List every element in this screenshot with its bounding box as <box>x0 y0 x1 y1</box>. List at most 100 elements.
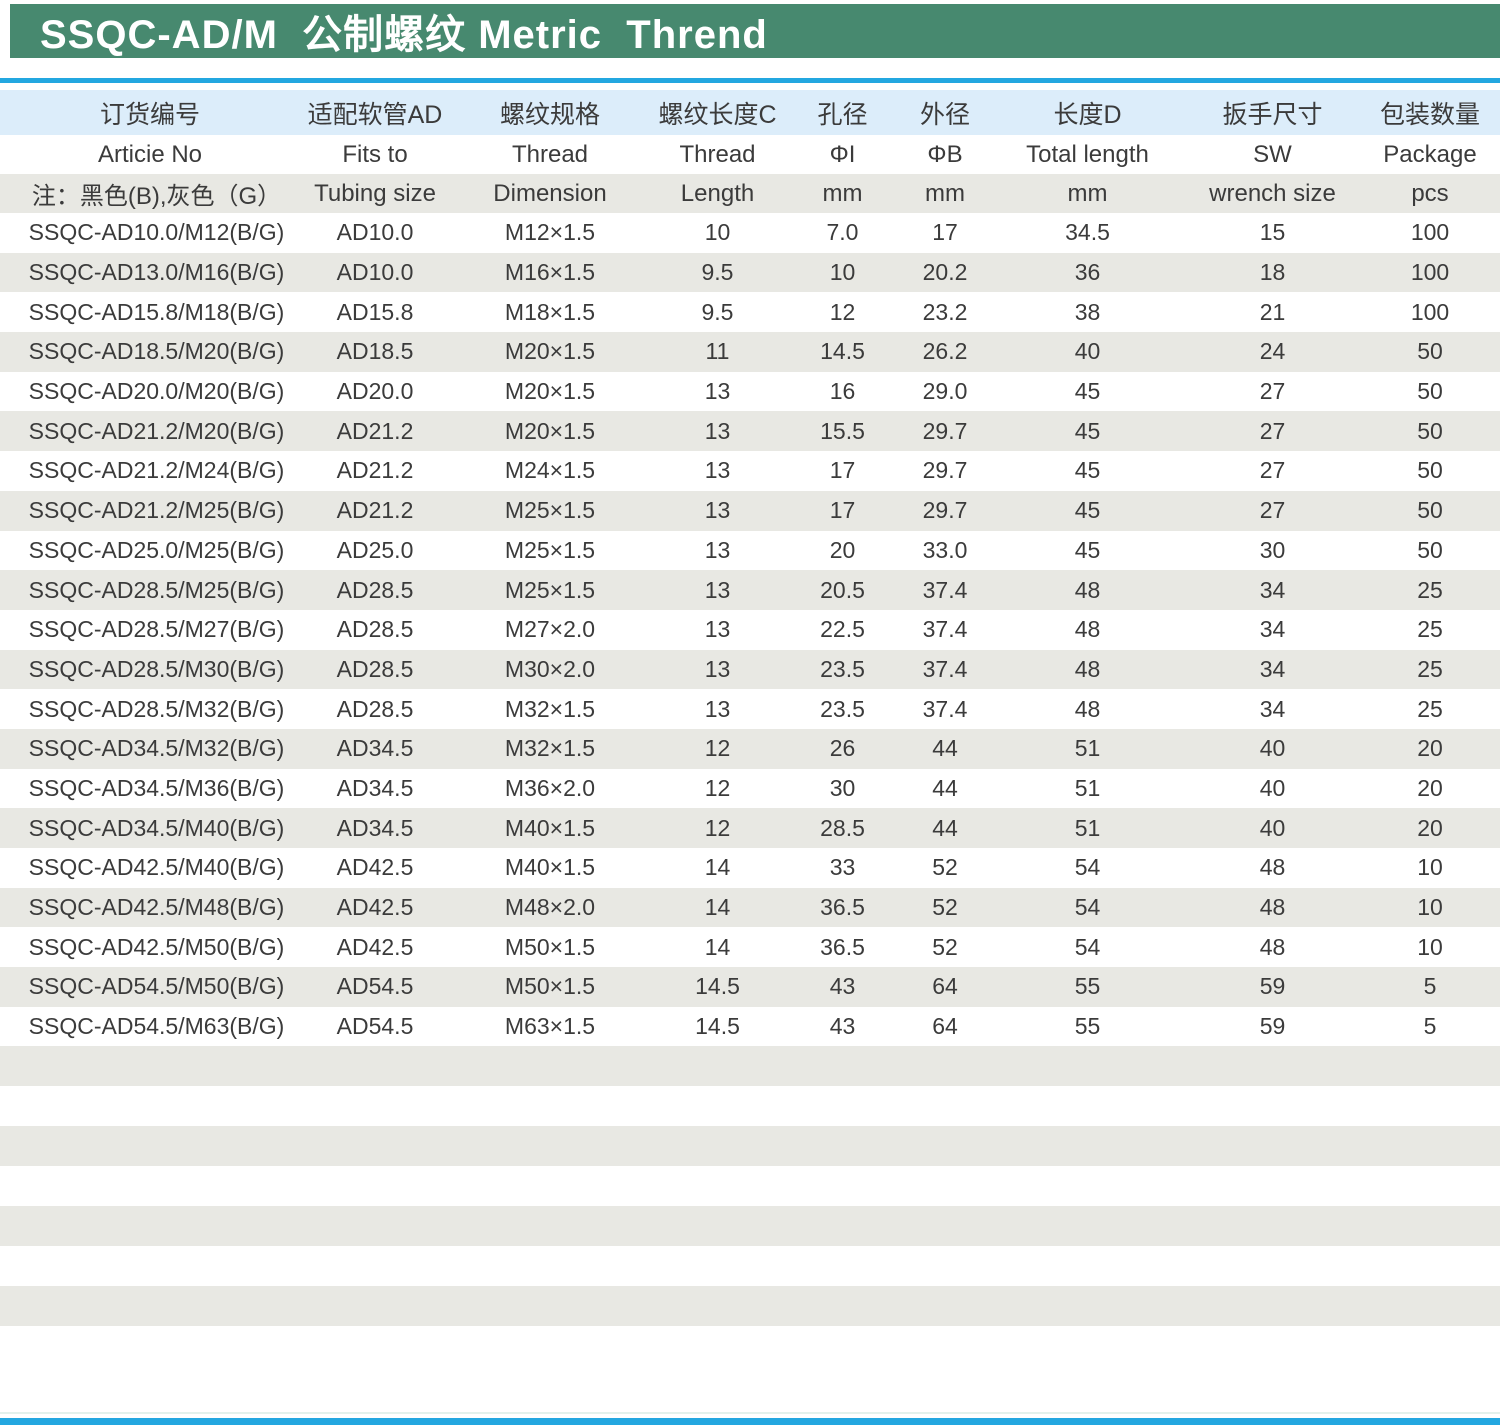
table-cell: 40 <box>990 332 1185 372</box>
empty-row <box>0 1246 1500 1286</box>
header-cell: mm <box>990 174 1185 213</box>
table-cell: AD10.0 <box>300 213 450 253</box>
table-cell: 45 <box>990 451 1185 491</box>
table-cell: 100 <box>1360 213 1500 253</box>
table-cell: M50×1.5 <box>450 927 650 967</box>
empty-cell <box>0 1166 1500 1206</box>
table-cell: 17 <box>785 451 900 491</box>
table-cell: 50 <box>1360 411 1500 451</box>
table-cell: 37.4 <box>900 570 990 610</box>
table-row: SSQC-AD15.8/M18(B/G)AD15.8M18×1.59.51223… <box>0 292 1500 332</box>
table-cell: 40 <box>1185 729 1360 769</box>
table-row: SSQC-AD34.5/M40(B/G)AD34.5M40×1.51228.54… <box>0 808 1500 848</box>
title-bar: SSQC-AD/M 公制螺纹 Metric Thrend <box>10 4 1500 58</box>
table-cell: M20×1.5 <box>450 372 650 412</box>
table-cell: 44 <box>900 808 990 848</box>
header-cell: ΦB <box>900 135 990 174</box>
table-cell: AD15.8 <box>300 292 450 332</box>
table-cell: AD21.2 <box>300 491 450 531</box>
table-cell: 20.5 <box>785 570 900 610</box>
table-cell: SSQC-AD28.5/M32(B/G) <box>0 689 300 729</box>
table-cell: 64 <box>900 1007 990 1047</box>
spec-table: 订货编号适配软管AD螺纹规格螺纹长度C孔径外径长度D扳手尺寸包装数量Artici… <box>0 90 1500 1326</box>
table-cell: 51 <box>990 769 1185 809</box>
header-cell: 扳手尺寸 <box>1185 90 1360 135</box>
table-cell: 33 <box>785 848 900 888</box>
table-cell: M27×2.0 <box>450 610 650 650</box>
table-cell: 21 <box>1185 292 1360 332</box>
table-cell: 44 <box>900 769 990 809</box>
table-cell: 52 <box>900 848 990 888</box>
table-cell: 13 <box>650 570 785 610</box>
table-cell: 12 <box>650 729 785 769</box>
table-cell: 10 <box>785 253 900 293</box>
table-cell: 12 <box>650 808 785 848</box>
header-cell: 螺纹规格 <box>450 90 650 135</box>
table-cell: SSQC-AD21.2/M25(B/G) <box>0 491 300 531</box>
table-cell: 29.0 <box>900 372 990 412</box>
table-cell: 12 <box>650 769 785 809</box>
table-cell: AD42.5 <box>300 848 450 888</box>
table-cell: 40 <box>1185 808 1360 848</box>
table-cell: 5 <box>1360 967 1500 1007</box>
header-cell: Fits to <box>300 135 450 174</box>
table-cell: 26.2 <box>900 332 990 372</box>
table-cell: 13 <box>650 610 785 650</box>
table-cell: M63×1.5 <box>450 1007 650 1047</box>
table-cell: 23.2 <box>900 292 990 332</box>
table-cell: 27 <box>1185 491 1360 531</box>
table-cell: 7.0 <box>785 213 900 253</box>
header-cell: Tubing size <box>300 174 450 213</box>
header-cell: Dimension <box>450 174 650 213</box>
table-cell: 51 <box>990 729 1185 769</box>
table-cell: 14.5 <box>650 967 785 1007</box>
table-cell: 29.7 <box>900 451 990 491</box>
table-cell: M12×1.5 <box>450 213 650 253</box>
table-cell: 36.5 <box>785 888 900 928</box>
table-cell: AD28.5 <box>300 570 450 610</box>
table-cell: SSQC-AD25.0/M25(B/G) <box>0 531 300 571</box>
empty-row <box>0 1086 1500 1126</box>
table-cell: M50×1.5 <box>450 967 650 1007</box>
table-row: SSQC-AD54.5/M50(B/G)AD54.5M50×1.514.5436… <box>0 967 1500 1007</box>
table-row: SSQC-AD54.5/M63(B/G)AD54.5M63×1.514.5436… <box>0 1007 1500 1047</box>
table-row: SSQC-AD28.5/M27(B/G)AD28.5M27×2.01322.53… <box>0 610 1500 650</box>
table-cell: 50 <box>1360 531 1500 571</box>
table-cell: 18 <box>1185 253 1360 293</box>
table-cell: SSQC-AD34.5/M36(B/G) <box>0 769 300 809</box>
table-cell: 20 <box>1360 769 1500 809</box>
table-row: SSQC-AD20.0/M20(B/G)AD20.0M20×1.5131629.… <box>0 372 1500 412</box>
table-cell: 14.5 <box>785 332 900 372</box>
table-cell: 13 <box>650 531 785 571</box>
spec-table-header: 订货编号适配软管AD螺纹规格螺纹长度C孔径外径长度D扳手尺寸包装数量Artici… <box>0 90 1500 213</box>
table-cell: 20 <box>1360 808 1500 848</box>
table-cell: 36.5 <box>785 927 900 967</box>
table-row: SSQC-AD34.5/M32(B/G)AD34.5M32×1.51226445… <box>0 729 1500 769</box>
header-cell: Total length <box>990 135 1185 174</box>
table-cell: 48 <box>990 689 1185 729</box>
table-cell: 52 <box>900 888 990 928</box>
table-cell: 24 <box>1185 332 1360 372</box>
table-cell: M40×1.5 <box>450 808 650 848</box>
table-cell: SSQC-AD10.0/M12(B/G) <box>0 213 300 253</box>
table-cell: AD21.2 <box>300 451 450 491</box>
table-cell: 25 <box>1360 650 1500 690</box>
table-cell: 13 <box>650 411 785 451</box>
table-row: SSQC-AD34.5/M36(B/G)AD34.5M36×2.01230445… <box>0 769 1500 809</box>
table-cell: 37.4 <box>900 610 990 650</box>
table-cell: 51 <box>990 808 1185 848</box>
header-cell: 长度D <box>990 90 1185 135</box>
header-cell: wrench size <box>1185 174 1360 213</box>
table-cell: 50 <box>1360 372 1500 412</box>
empty-row <box>0 1206 1500 1246</box>
table-cell: SSQC-AD28.5/M27(B/G) <box>0 610 300 650</box>
bottom-faint-divider <box>0 1412 1500 1414</box>
table-cell: AD20.0 <box>300 372 450 412</box>
header-cell: 订货编号 <box>0 90 300 135</box>
table-cell: SSQC-AD28.5/M25(B/G) <box>0 570 300 610</box>
table-cell: 17 <box>785 491 900 531</box>
table-cell: 15 <box>1185 213 1360 253</box>
table-cell: 14.5 <box>650 1007 785 1047</box>
table-cell: 55 <box>990 1007 1185 1047</box>
table-cell: 23.5 <box>785 689 900 729</box>
